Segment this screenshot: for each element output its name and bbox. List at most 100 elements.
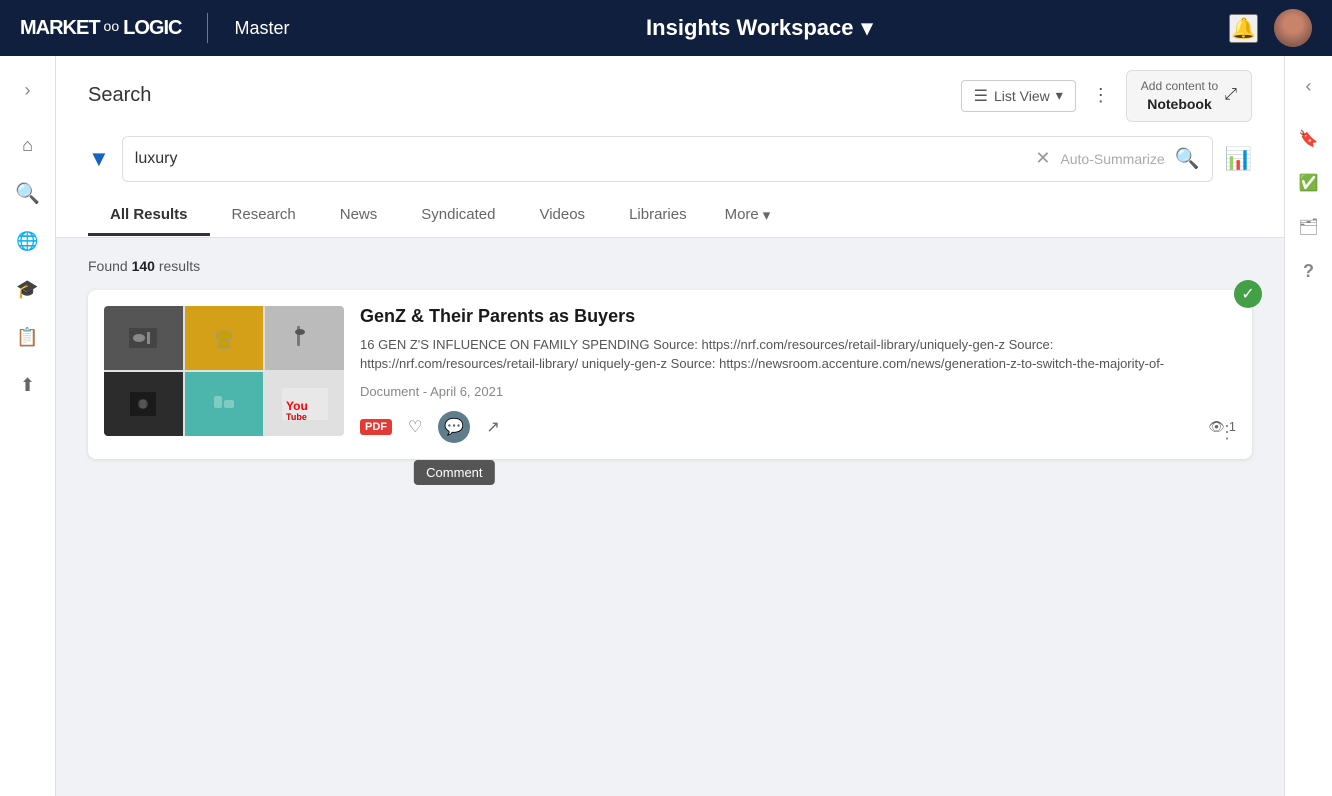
globe-icon: 🌐 xyxy=(16,231,38,252)
card-body: GenZ & Their Parents as Buyers 16 GEN Z'… xyxy=(360,306,1236,443)
insights-workspace-button[interactable]: Insights Workspace ▾ xyxy=(646,15,872,41)
result-card: ✓ xyxy=(88,290,1252,459)
tasks-icon: ✅ xyxy=(1299,173,1319,193)
like-button[interactable]: ♡ xyxy=(404,413,426,441)
sidebar-item-documents[interactable]: 📋 xyxy=(8,317,48,357)
thumb-cell-4 xyxy=(104,372,183,436)
card-excerpt: 16 GEN Z'S INFLUENCE ON FAMILY SPENDING … xyxy=(360,335,1236,374)
comment-tooltip: Comment xyxy=(414,460,494,485)
thumb-cell-6: You Tube xyxy=(265,372,344,436)
sidebar-item-search[interactable]: 🔍 xyxy=(8,173,48,213)
sidebar-item-globe[interactable]: 🌐 xyxy=(8,221,48,261)
user-avatar[interactable] xyxy=(1274,9,1312,47)
top-navigation: MARKET oo LOGIC Master Insights Workspac… xyxy=(0,0,1332,56)
thumb-cell-1 xyxy=(104,306,183,370)
share-button[interactable]: ↗ xyxy=(482,413,503,441)
results-count-number: 140 xyxy=(132,258,155,274)
logo[interactable]: MARKET oo LOGIC xyxy=(20,17,181,40)
logo-paws-icon: oo xyxy=(104,18,120,34)
nav-right: 🔔 xyxy=(1229,9,1312,47)
add-notebook-text: Add content to Notebook xyxy=(1141,79,1218,113)
results-tabs: All Results Research News Syndicated Vid… xyxy=(88,196,1252,237)
clear-search-button[interactable]: ✕ xyxy=(1035,148,1050,169)
search-submit-button[interactable]: 🔍 xyxy=(1175,146,1200,171)
main-layout: › ⌂ 🔍 🌐 🎓 📋 ⬆ Search ☰ xyxy=(0,56,1332,796)
tab-videos[interactable]: Videos xyxy=(517,196,607,236)
comment-action-wrapper: 💬 Comment xyxy=(438,411,470,443)
results-area: Found 140 results ✓ xyxy=(56,238,1284,796)
card-more-options-button[interactable]: ⋮ xyxy=(1218,422,1236,443)
help-icon: ? xyxy=(1303,261,1314,282)
content-area: Search ☰ List View ▾ ⋮ Add content to No… xyxy=(56,56,1284,796)
sidebar-right-item-notebook[interactable]: 🔖 xyxy=(1291,121,1327,157)
nav-center: Insights Workspace ▾ xyxy=(289,15,1229,41)
list-view-button[interactable]: ☰ List View ▾ xyxy=(961,80,1076,112)
share-icon: ↗ xyxy=(486,419,499,436)
sidebar-right-item-help[interactable]: ? xyxy=(1291,253,1327,289)
logo-area: MARKET oo LOGIC Master xyxy=(20,13,289,43)
add-to-notebook-button[interactable]: Add content to Notebook ⤢ xyxy=(1126,70,1252,122)
card-meta: Document - April 6, 2021 xyxy=(360,384,1236,399)
thumb-cell-2 xyxy=(185,306,264,370)
auto-summarize-label: Auto-Summarize xyxy=(1060,151,1164,167)
logo-text: MARKET xyxy=(20,17,100,40)
home-icon: ⌂ xyxy=(22,135,33,156)
tab-research[interactable]: Research xyxy=(210,196,318,236)
workspace-label: Insights Workspace xyxy=(646,15,853,41)
search-submit-icon: 🔍 xyxy=(1175,148,1200,170)
notebook-icon: 🔖 xyxy=(1299,129,1319,149)
tab-syndicated[interactable]: Syndicated xyxy=(399,196,517,236)
tab-libraries[interactable]: Libraries xyxy=(607,196,709,236)
thumb-cell-5 xyxy=(185,372,264,436)
upload-icon: ⬆ xyxy=(20,375,35,396)
svg-text:You: You xyxy=(286,399,308,413)
search-bar-row: ▼ ✕ Auto-Summarize 🔍 📊 xyxy=(88,136,1252,182)
comment-icon: 💬 xyxy=(444,417,464,437)
comment-button[interactable]: 💬 xyxy=(438,411,470,443)
more-chevron-icon: ▾ xyxy=(763,206,771,224)
nav-divider xyxy=(207,13,208,43)
success-badge: ✓ xyxy=(1234,280,1262,308)
chart-icon: 📊 xyxy=(1225,146,1252,171)
avatar-image xyxy=(1274,9,1312,47)
tray-icon: 🗂 xyxy=(1298,217,1318,237)
product-name: Master xyxy=(234,18,289,39)
sidebar-right-item-tray[interactable]: 🗂 xyxy=(1291,209,1327,245)
thumb-cell-3 xyxy=(265,306,344,370)
heart-icon: ♡ xyxy=(408,419,422,436)
documents-icon: 📋 xyxy=(16,327,38,348)
more-options-button[interactable]: ⋮ xyxy=(1088,81,1114,110)
logo-text2: LOGIC xyxy=(123,17,181,40)
search-input-wrapper: ✕ Auto-Summarize 🔍 xyxy=(122,136,1213,182)
sidebar-expand-button[interactable]: › xyxy=(17,72,39,109)
analytics-button[interactable]: 📊 xyxy=(1225,146,1252,172)
list-view-chevron-icon: ▾ xyxy=(1056,87,1063,104)
sidebar-right-item-tasks[interactable]: ✅ xyxy=(1291,165,1327,201)
card-actions: PDF ♡ 💬 Comment ↗ xyxy=(360,411,1236,443)
tab-more[interactable]: More ▾ xyxy=(709,196,787,237)
page-title: Search xyxy=(88,84,151,107)
notifications-button[interactable]: 🔔 xyxy=(1229,14,1258,43)
search-icon: 🔍 xyxy=(15,181,40,206)
card-title: GenZ & Their Parents as Buyers xyxy=(360,306,1236,327)
graduation-icon: 🎓 xyxy=(16,279,38,300)
sidebar-item-home[interactable]: ⌂ xyxy=(8,125,48,165)
tab-all-results[interactable]: All Results xyxy=(88,196,210,236)
right-sidebar-collapse-button[interactable]: ‹ xyxy=(1298,68,1320,105)
svg-text:Tube: Tube xyxy=(286,412,307,420)
right-sidebar: ‹ 🔖 ✅ 🗂 ? xyxy=(1284,56,1332,796)
sidebar-item-learn[interactable]: 🎓 xyxy=(8,269,48,309)
tab-news[interactable]: News xyxy=(318,196,400,236)
pdf-button[interactable]: PDF xyxy=(360,419,392,435)
filter-button[interactable]: ▼ xyxy=(88,146,110,172)
search-input[interactable] xyxy=(135,150,1036,168)
left-sidebar: › ⌂ 🔍 🌐 🎓 📋 ⬆ xyxy=(0,56,56,796)
workspace-arrow-icon: ▾ xyxy=(861,15,872,41)
search-header: Search ☰ List View ▾ ⋮ Add content to No… xyxy=(56,56,1284,238)
results-count: Found 140 results xyxy=(88,258,1252,274)
sidebar-item-upload[interactable]: ⬆ xyxy=(8,365,48,405)
search-header-top: Search ☰ List View ▾ ⋮ Add content to No… xyxy=(88,70,1252,122)
list-view-label: List View xyxy=(994,88,1050,104)
card-thumbnail: You Tube xyxy=(104,306,344,436)
expand-icon: ⤢ xyxy=(1224,85,1237,106)
